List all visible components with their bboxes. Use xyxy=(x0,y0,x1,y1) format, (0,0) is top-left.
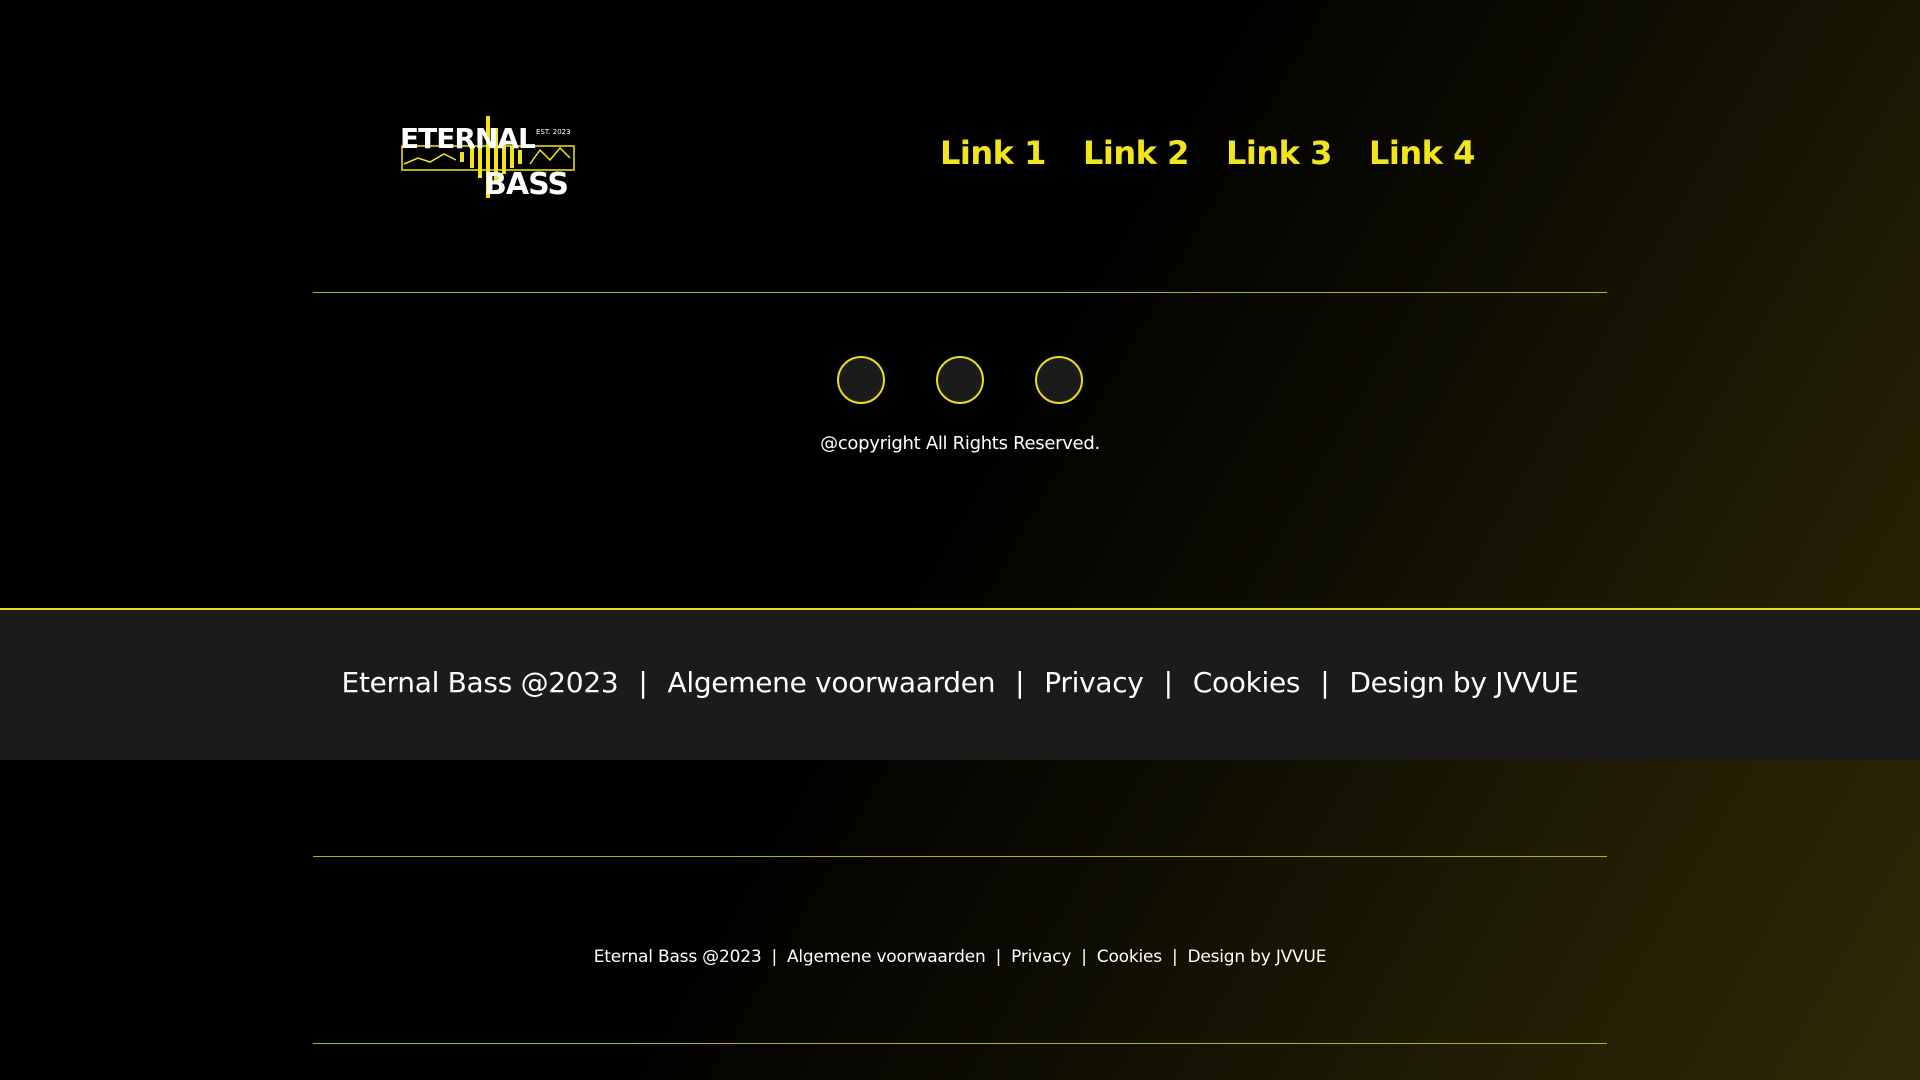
social-icon-2[interactable] xyxy=(936,356,984,404)
svg-text:BASS: BASS xyxy=(484,167,568,198)
separator: | xyxy=(995,947,1002,967)
header-divider xyxy=(313,292,1607,293)
social-icon-3[interactable] xyxy=(1035,356,1083,404)
separator: | xyxy=(638,666,648,699)
nav-link-1[interactable]: Link 1 xyxy=(940,134,1046,172)
footer-divider-top xyxy=(313,856,1607,857)
nav-link-3[interactable]: Link 3 xyxy=(1226,134,1332,172)
band-privacy-link[interactable]: Privacy xyxy=(1044,666,1144,699)
separator: | xyxy=(1320,666,1330,699)
footer-band: Eternal Bass @2023 | Algemene voorwaarden |… xyxy=(0,608,1920,760)
separator: | xyxy=(1015,666,1025,699)
footer-design-credit-link[interactable]: Design by JVVUE xyxy=(1187,947,1326,967)
header-section: ETERNAL BASS EST. 2023 Link 1 Link 2 Lin… xyxy=(0,0,1920,608)
nav-link-4[interactable]: Link 4 xyxy=(1369,134,1475,172)
social-icon-1[interactable] xyxy=(837,356,885,404)
band-cookies-link[interactable]: Cookies xyxy=(1193,666,1301,699)
social-icons xyxy=(837,356,1083,404)
band-terms-link[interactable]: Algemene voorwaarden xyxy=(668,666,996,699)
svg-text:ETERNAL: ETERNAL xyxy=(400,122,536,155)
separator: | xyxy=(771,947,777,967)
separator: | xyxy=(1163,666,1173,699)
nav-link-2[interactable]: Link 2 xyxy=(1083,134,1189,172)
separator: | xyxy=(1081,947,1087,967)
band-brand-link[interactable]: Eternal Bass @2023 xyxy=(342,666,619,699)
svg-text:EST. 2023: EST. 2023 xyxy=(536,128,571,136)
eternal-bass-logo[interactable]: ETERNAL BASS EST. 2023 xyxy=(400,110,576,198)
copyright-text: @copyright All Rights Reserved. xyxy=(820,433,1100,454)
footer-privacy-link[interactable]: Privacy xyxy=(1011,947,1071,967)
footer-terms-link[interactable]: Algemene voorwaarden xyxy=(787,947,986,967)
footer-links: Eternal Bass @2023 | Algemene voorwaarden |… xyxy=(0,947,1920,967)
band-links: Eternal Bass @2023 | Algemene voorwaarden |… xyxy=(0,666,1920,699)
band-design-credit-link[interactable]: Design by JVVUE xyxy=(1349,666,1578,699)
footer-brand-link[interactable]: Eternal Bass @2023 xyxy=(594,947,762,967)
footer-cookies-link[interactable]: Cookies xyxy=(1097,947,1162,967)
footer-divider-bottom xyxy=(313,1043,1607,1044)
separator: | xyxy=(1171,947,1178,967)
